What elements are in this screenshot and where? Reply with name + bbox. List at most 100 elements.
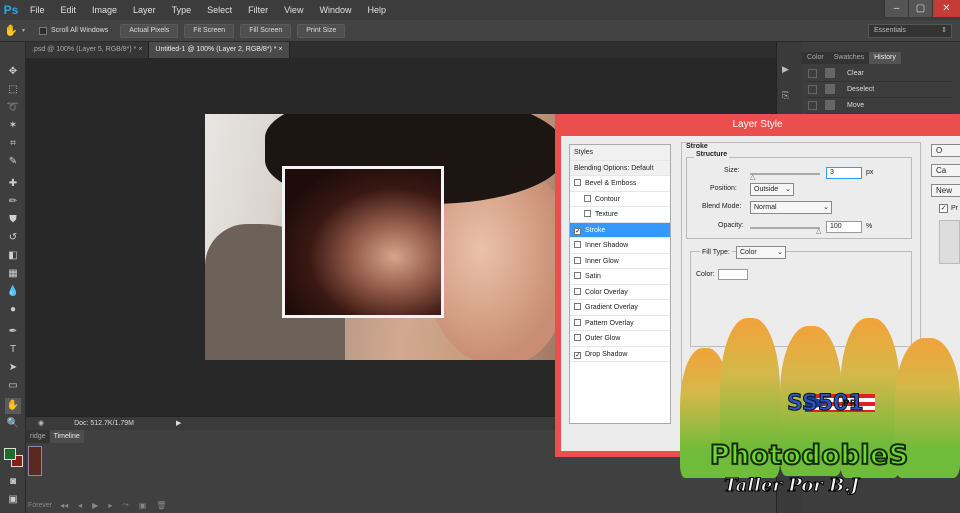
style-stroke[interactable]: ✓ Stroke <box>570 222 670 238</box>
blend-mode-select[interactable]: Normal ⌄ <box>750 201 832 214</box>
rectangle-tool-icon[interactable]: ▭ <box>5 378 21 394</box>
first-frame-icon[interactable]: ◂◂ <box>60 501 68 510</box>
healing-brush-tool-icon[interactable]: ✚ <box>5 176 21 192</box>
checkbox[interactable] <box>574 272 581 279</box>
style-inner-glow[interactable]: Inner Glow <box>570 254 670 269</box>
blending-options-item[interactable]: Blending Options: Default <box>570 160 670 176</box>
menu-layer[interactable]: Layer <box>125 0 164 20</box>
marquee-tool-icon[interactable]: ⬚ <box>5 82 21 98</box>
stroke-color-swatch[interactable] <box>718 269 748 280</box>
status-menu-arrow-icon[interactable]: ▶ <box>176 420 181 427</box>
eraser-tool-icon[interactable]: ◧ <box>5 248 21 264</box>
fill-screen-button[interactable]: Fill Screen <box>240 23 292 38</box>
checkbox-checked[interactable]: ✓ <box>574 227 581 235</box>
close-button[interactable]: ✕ <box>932 0 960 17</box>
tab-swatches[interactable]: Swatches <box>828 52 870 64</box>
style-inner-shadow[interactable]: Inner Shadow <box>570 238 670 254</box>
menu-window[interactable]: Window <box>311 0 359 20</box>
close-icon[interactable]: × <box>138 46 142 53</box>
checkbox[interactable] <box>574 256 581 264</box>
cancel-button[interactable]: Ca <box>931 164 960 177</box>
slider-thumb-icon[interactable]: △ <box>750 173 755 181</box>
move-tool-icon[interactable]: ✥ <box>5 64 21 80</box>
history-icon[interactable]: ⎘ <box>782 90 789 101</box>
history-item[interactable]: Deselect <box>806 82 952 98</box>
history-item[interactable]: Clear <box>806 66 952 82</box>
tool-preset-arrow-icon[interactable]: ▾ <box>22 27 25 34</box>
fit-screen-button[interactable]: Fit Screen <box>184 23 235 38</box>
history-item[interactable]: Move <box>806 98 952 114</box>
loop-mode-select[interactable]: Forever <box>28 502 52 509</box>
print-size-button[interactable]: Print Size <box>297 23 346 38</box>
actual-pixels-button[interactable]: Actual Pixels <box>120 23 179 38</box>
menu-edit[interactable]: Edit <box>53 0 85 20</box>
tab-document-1[interactable]: .psd @ 100% (Layer 5, RGB/8*) * × <box>26 42 150 58</box>
type-tool-icon[interactable]: T <box>5 342 21 358</box>
snapshot-checkbox[interactable] <box>808 84 817 94</box>
menu-help[interactable]: Help <box>359 0 394 20</box>
workspace-select[interactable]: Essentials ⇕ <box>868 24 952 38</box>
checkbox[interactable] <box>574 318 581 326</box>
tab-color[interactable]: Color <box>802 52 829 64</box>
style-pattern-overlay[interactable]: Pattern Overlay <box>570 316 670 331</box>
new-style-button[interactable]: New <box>931 184 960 197</box>
checkbox[interactable] <box>574 179 581 186</box>
scroll-all-checkbox[interactable] <box>39 26 48 35</box>
menu-type[interactable]: Type <box>164 0 200 20</box>
size-input[interactable]: 3 <box>826 167 862 179</box>
tab-history[interactable]: History <box>869 52 901 64</box>
eyedropper-tool-icon[interactable]: ✎ <box>5 154 21 170</box>
trash-icon[interactable]: 🗑 <box>156 501 166 510</box>
history-brush-tool-icon[interactable]: ↺ <box>5 230 21 246</box>
ok-button[interactable]: O <box>931 144 960 157</box>
slider-thumb-icon[interactable]: △ <box>816 227 821 235</box>
checkbox[interactable] <box>574 334 581 341</box>
blur-tool-icon[interactable]: 💧 <box>5 284 21 300</box>
tab-timeline[interactable]: Timeline <box>49 430 84 443</box>
style-gradient-overlay[interactable]: Gradient Overlay <box>570 300 670 316</box>
gradient-tool-icon[interactable]: ▦ <box>5 266 21 282</box>
minimize-button[interactable]: – <box>884 0 908 17</box>
menu-filter[interactable]: Filter <box>240 0 276 20</box>
quick-mask-icon[interactable]: ◙ <box>5 474 21 490</box>
prev-frame-icon[interactable]: ◂ <box>78 501 82 510</box>
dodge-tool-icon[interactable]: ● <box>5 302 21 318</box>
style-contour[interactable]: Contour <box>570 192 670 207</box>
snapshot-checkbox[interactable] <box>808 68 817 78</box>
hand-tool-icon[interactable]: ✋ <box>5 398 21 414</box>
style-drop-shadow[interactable]: ✓ Drop Shadow <box>570 347 670 362</box>
play-action-icon[interactable]: ▶ <box>782 64 789 75</box>
path-selection-tool-icon[interactable]: ➤ <box>5 360 21 376</box>
duplicate-frame-icon[interactable]: ▣ <box>139 501 147 510</box>
checkbox[interactable] <box>574 241 581 248</box>
opacity-slider[interactable] <box>750 227 820 229</box>
foreground-color-swatch[interactable] <box>4 448 16 460</box>
brush-tool-icon[interactable]: ✏ <box>5 194 21 210</box>
style-color-overlay[interactable]: Color Overlay <box>570 285 670 300</box>
menu-image[interactable]: Image <box>84 0 125 20</box>
snapshot-checkbox[interactable] <box>808 100 817 110</box>
size-slider[interactable] <box>750 173 820 175</box>
lasso-tool-icon[interactable]: ➰ <box>5 100 21 116</box>
checkbox[interactable] <box>584 194 591 202</box>
pen-tool-icon[interactable]: ✒ <box>5 324 21 340</box>
clone-stamp-tool-icon[interactable]: ⛊ <box>5 212 21 228</box>
style-outer-glow[interactable]: Outer Glow <box>570 331 670 347</box>
stroked-layer-image[interactable] <box>282 166 444 318</box>
play-icon[interactable]: ▶ <box>92 501 98 510</box>
checkbox[interactable] <box>574 303 581 310</box>
close-icon[interactable]: × <box>278 46 282 53</box>
crop-tool-icon[interactable]: ⌗ <box>5 136 21 152</box>
menu-file[interactable]: File <box>22 0 53 20</box>
menu-select[interactable]: Select <box>199 0 240 20</box>
style-bevel-emboss[interactable]: Bevel & Emboss <box>570 176 670 192</box>
screen-mode-icon[interactable]: ▣ <box>5 492 21 508</box>
tab-document-2[interactable]: Untitled-1 @ 100% (Layer 2, RGB/8*) * × <box>149 42 290 58</box>
preview-checkbox[interactable]: ✓ <box>939 204 948 213</box>
fill-type-select[interactable]: Color ⌄ <box>736 246 786 259</box>
zoom-tool-icon[interactable]: 🔍 <box>5 416 21 432</box>
maximize-button[interactable]: ▢ <box>908 0 932 17</box>
checkbox[interactable] <box>584 210 591 217</box>
styles-header[interactable]: Styles <box>570 145 670 161</box>
next-frame-icon[interactable]: ▸ <box>108 501 112 510</box>
